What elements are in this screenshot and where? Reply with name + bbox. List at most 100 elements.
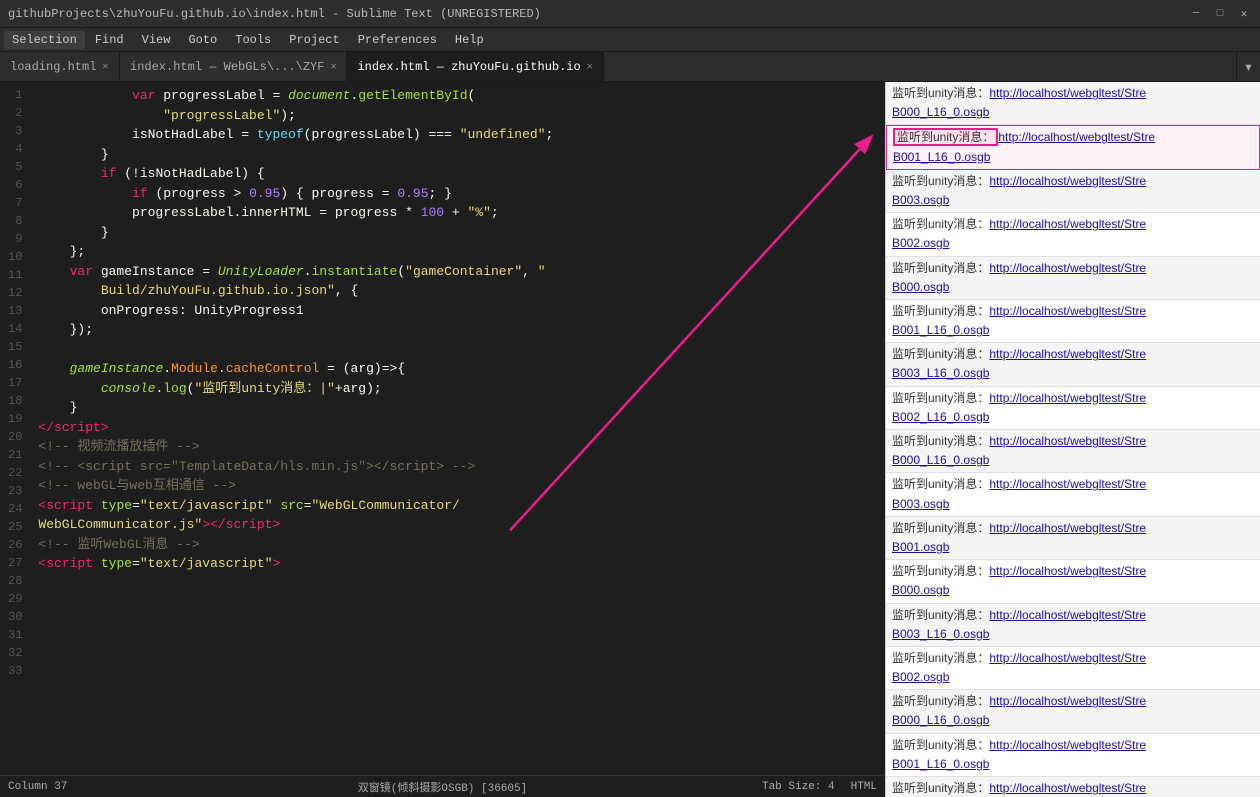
log-entry-3: 监听到unity消息：http://localhost/webgltest/St… bbox=[886, 213, 1260, 256]
status-tabsize: Tab Size: 4 bbox=[762, 781, 835, 793]
tab-close-icon[interactable]: ✕ bbox=[587, 61, 593, 73]
menu-preferences[interactable]: Preferences bbox=[350, 31, 445, 49]
log-label: 监听到unity消息： bbox=[892, 391, 989, 405]
tab-label: index.html — WebGLs\...\ZYF bbox=[130, 60, 324, 74]
log-entry-15: 监听到unity消息：http://localhost/webgltest/St… bbox=[886, 734, 1260, 777]
log-label: 监听到unity消息： bbox=[892, 738, 989, 752]
log-file[interactable]: B000.osgb bbox=[892, 278, 1254, 297]
tab-label: loading.html bbox=[10, 60, 96, 74]
log-label: 监听到unity消息： bbox=[892, 86, 989, 100]
log-file[interactable]: B001.osgb bbox=[892, 538, 1254, 557]
log-file[interactable]: B000_L16_0.osgb bbox=[892, 711, 1254, 730]
window-controls[interactable]: ─ □ ✕ bbox=[1188, 6, 1252, 22]
log-entry-9: 监听到unity消息：http://localhost/webgltest/St… bbox=[886, 473, 1260, 516]
log-label: 监听到unity消息： bbox=[892, 781, 989, 795]
title-bar: githubProjects\zhuYouFu.github.io\index.… bbox=[0, 0, 1260, 28]
log-entry-6: 监听到unity消息：http://localhost/webgltest/St… bbox=[886, 343, 1260, 386]
menu-bar: Selection Find View Goto Tools Project P… bbox=[0, 28, 1260, 52]
log-link[interactable]: http://localhost/webgltest/Stre bbox=[989, 608, 1146, 622]
tab-bar: loading.html ✕ index.html — WebGLs\...\Z… bbox=[0, 52, 1260, 82]
log-entry-14: 监听到unity消息：http://localhost/webgltest/St… bbox=[886, 690, 1260, 733]
log-link[interactable]: http://localhost/webgltest/Stre bbox=[989, 434, 1146, 448]
log-file[interactable]: B001_L16_0.osgb bbox=[893, 148, 1253, 167]
menu-find[interactable]: Find bbox=[87, 31, 132, 49]
menu-project[interactable]: Project bbox=[281, 31, 347, 49]
log-file[interactable]: B003.osgb bbox=[892, 495, 1254, 514]
console-pane: 监听到unity消息：http://localhost/webgltest/St… bbox=[885, 82, 1260, 797]
log-entry-5: 监听到unity消息：http://localhost/webgltest/St… bbox=[886, 300, 1260, 343]
log-entry-11: 监听到unity消息：http://localhost/webgltest/St… bbox=[886, 560, 1260, 603]
minimize-button[interactable]: ─ bbox=[1188, 6, 1204, 22]
log-link[interactable]: http://localhost/webgltest/Stre bbox=[989, 86, 1146, 100]
tab-index-zhuyoufu[interactable]: index.html — zhuYouFu.github.io ✕ bbox=[347, 52, 603, 81]
log-label: 监听到unity消息： bbox=[892, 347, 989, 361]
log-link[interactable]: http://localhost/webgltest/Stre bbox=[989, 174, 1146, 188]
log-file[interactable]: B003_L16_0.osgb bbox=[892, 364, 1254, 383]
status-right: Tab Size: 4 HTML bbox=[587, 781, 877, 793]
code-lines[interactable]: var progressLabel = document.getElementB… bbox=[30, 82, 885, 680]
log-link[interactable]: http://localhost/webgltest/Stre bbox=[989, 738, 1146, 752]
log-label: 监听到unity消息： bbox=[892, 174, 989, 188]
log-link[interactable]: http://localhost/webgltest/Stre bbox=[989, 564, 1146, 578]
tab-dropdown-button[interactable]: ▾ bbox=[1236, 52, 1260, 81]
status-bar: Column 37 双窗镜(倾斜摄影OSGB) [36605] Tab Size… bbox=[0, 775, 885, 797]
log-file[interactable]: B002.osgb bbox=[892, 234, 1254, 253]
log-entry-8: 监听到unity消息：http://localhost/webgltest/St… bbox=[886, 430, 1260, 473]
log-entry-16: 监听到unity消息：http://localhost/webgltest/St… bbox=[886, 777, 1260, 797]
log-file[interactable]: B001_L16_0.osgb bbox=[892, 321, 1254, 340]
log-label: 监听到unity消息： bbox=[892, 651, 989, 665]
menu-selection[interactable]: Selection bbox=[4, 31, 85, 49]
tab-close-icon[interactable]: ✕ bbox=[330, 61, 336, 73]
log-link[interactable]: http://localhost/webgltest/Stre bbox=[989, 651, 1146, 665]
tab-loading[interactable]: loading.html ✕ bbox=[0, 52, 120, 81]
status-column: Column 37 bbox=[8, 781, 298, 793]
main-area: 12345 678910 1112131415 1617181920 21222… bbox=[0, 82, 1260, 797]
log-link[interactable]: http://localhost/webgltest/Stre bbox=[989, 261, 1146, 275]
log-entry-1: 监听到unity消息：http://localhost/webgltest/St… bbox=[886, 125, 1260, 169]
log-file[interactable]: B003_L16_0.osgb bbox=[892, 625, 1254, 644]
log-link[interactable]: http://localhost/webgltest/Stre bbox=[989, 694, 1146, 708]
log-link[interactable]: http://localhost/webgltest/Stre bbox=[989, 304, 1146, 318]
log-entry-7: 监听到unity消息：http://localhost/webgltest/St… bbox=[886, 387, 1260, 430]
log-file[interactable]: B000_L16_0.osgb bbox=[892, 103, 1254, 122]
log-file[interactable]: B001_L16_0.osgb bbox=[892, 755, 1254, 774]
log-file[interactable]: B002_L16_0.osgb bbox=[892, 408, 1254, 427]
console-log-list: 监听到unity消息：http://localhost/webgltest/St… bbox=[886, 82, 1260, 797]
status-encoding-text: 双窗镜(倾斜摄影OSGB) [36605] bbox=[358, 783, 527, 795]
menu-view[interactable]: View bbox=[134, 31, 179, 49]
close-button[interactable]: ✕ bbox=[1236, 6, 1252, 22]
log-label: 监听到unity消息： bbox=[892, 564, 989, 578]
log-link[interactable]: http://localhost/webgltest/Stre bbox=[989, 391, 1146, 405]
log-link[interactable]: http://localhost/webgltest/Stre bbox=[998, 130, 1155, 144]
log-link[interactable]: http://localhost/webgltest/Stre bbox=[989, 521, 1146, 535]
log-link[interactable]: http://localhost/webgltest/Stre bbox=[989, 781, 1146, 795]
tab-index-webgls[interactable]: index.html — WebGLs\...\ZYF ✕ bbox=[120, 52, 347, 81]
log-link[interactable]: http://localhost/webgltest/Stre bbox=[989, 347, 1146, 361]
tab-label: index.html — zhuYouFu.github.io bbox=[357, 60, 580, 74]
title-text: githubProjects\zhuYouFu.github.io\index.… bbox=[8, 7, 1188, 21]
menu-goto[interactable]: Goto bbox=[180, 31, 225, 49]
log-link[interactable]: http://localhost/webgltest/Stre bbox=[989, 477, 1146, 491]
log-entry-12: 监听到unity消息：http://localhost/webgltest/St… bbox=[886, 604, 1260, 647]
log-file[interactable]: B003.osgb bbox=[892, 191, 1254, 210]
log-label: 监听到unity消息： bbox=[892, 521, 989, 535]
editor-pane: 12345 678910 1112131415 1617181920 21222… bbox=[0, 82, 885, 797]
log-label: 监听到unity消息： bbox=[893, 128, 998, 146]
maximize-button[interactable]: □ bbox=[1212, 6, 1228, 22]
menu-tools[interactable]: Tools bbox=[227, 31, 279, 49]
log-label: 监听到unity消息： bbox=[892, 434, 989, 448]
status-syntax: HTML bbox=[851, 781, 877, 793]
log-label: 监听到unity消息： bbox=[892, 608, 989, 622]
log-file[interactable]: B002.osgb bbox=[892, 668, 1254, 687]
code-area[interactable]: 12345 678910 1112131415 1617181920 21222… bbox=[0, 82, 885, 680]
status-encoding: 双窗镜(倾斜摄影OSGB) [36605] bbox=[298, 779, 588, 795]
log-entry-10: 监听到unity消息：http://localhost/webgltest/St… bbox=[886, 517, 1260, 560]
menu-help[interactable]: Help bbox=[447, 31, 492, 49]
log-entry-13: 监听到unity消息：http://localhost/webgltest/St… bbox=[886, 647, 1260, 690]
log-label: 监听到unity消息： bbox=[892, 477, 989, 491]
tab-close-icon[interactable]: ✕ bbox=[102, 61, 108, 73]
log-file[interactable]: B000_L16_0.osgb bbox=[892, 451, 1254, 470]
log-entry-2: 监听到unity消息：http://localhost/webgltest/St… bbox=[886, 170, 1260, 213]
log-link[interactable]: http://localhost/webgltest/Stre bbox=[989, 217, 1146, 231]
log-file[interactable]: B000.osgb bbox=[892, 581, 1254, 600]
